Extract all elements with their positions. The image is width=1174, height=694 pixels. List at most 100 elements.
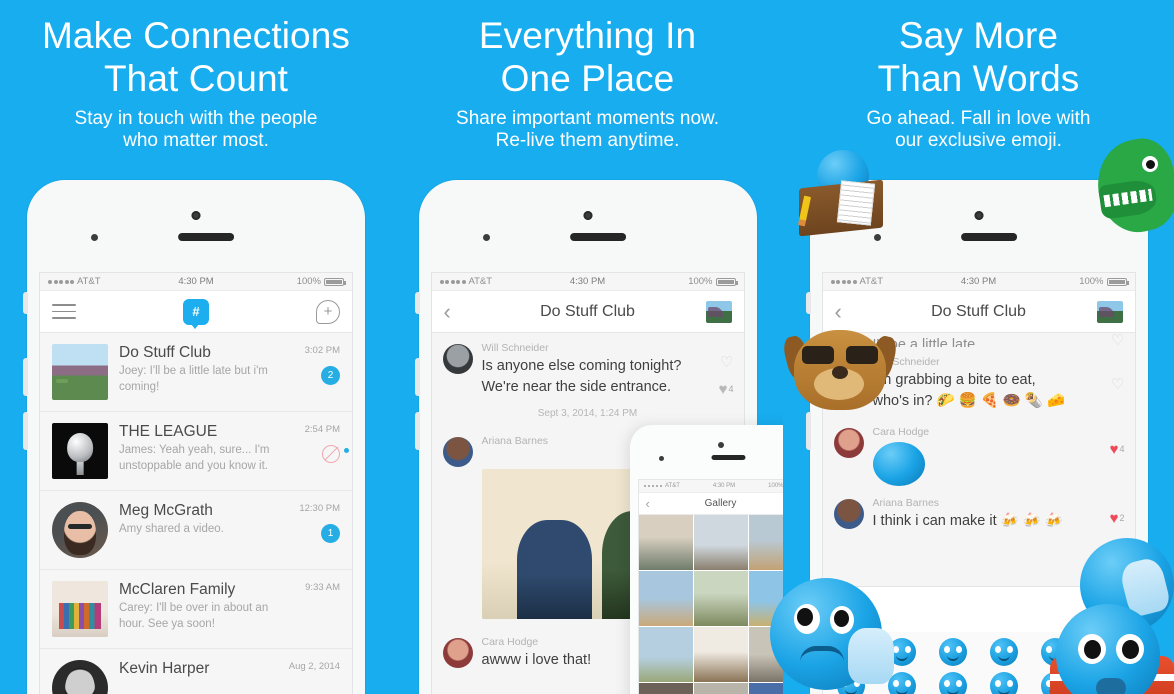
heart-filled-icon[interactable]: ♥4 (719, 381, 734, 398)
gallery-photo[interactable] (638, 515, 693, 570)
carrier-label: AT&T (77, 276, 101, 287)
gallery-photo[interactable] (693, 627, 748, 682)
conversation-row-the-league[interactable]: THE LEAGUE James: Yeah yeah, sure... I'm… (40, 412, 352, 491)
emoji-cool-dog-icon (781, 318, 899, 426)
gallery-navbar: ‹ Gallery (638, 493, 783, 515)
emoji-nerd-icon[interactable] (990, 672, 1018, 694)
front-camera-icon (583, 211, 592, 220)
conversation-list[interactable]: Do Stuff Club Joey: I'll be a little lat… (40, 333, 352, 694)
message-author: Will Schneider (481, 342, 549, 354)
silent-switch[interactable] (414, 292, 420, 314)
heart-outline-icon[interactable]: ♡ (720, 353, 733, 371)
status-time: 4:30 PM (178, 276, 214, 287)
gallery-photo[interactable] (638, 571, 693, 626)
heart-filled-icon[interactable]: ♥4 (1110, 441, 1125, 458)
proximity-sensor-icon (482, 234, 490, 241)
signal-strength-icon (830, 279, 857, 284)
group-photo-icon[interactable] (1096, 300, 1123, 323)
conversation-meta: 9:33 AM (305, 582, 340, 593)
chevron-left-icon[interactable]: ‹ (646, 497, 650, 510)
volume-up-button[interactable] (414, 358, 420, 396)
message-body: I'll be a little late... (873, 335, 1124, 347)
heart-outline-icon[interactable]: ♡ (1111, 375, 1124, 393)
headline-line-1: Everything In (478, 15, 697, 56)
chevron-left-icon[interactable]: ‹ (444, 300, 466, 323)
gallery-photo[interactable] (693, 515, 748, 570)
conversation-name: Kevin Harper (119, 660, 210, 677)
message-cara-hodge: Cara Hodge ♥4 (823, 417, 1135, 488)
emoji-worried-pair-icon (1050, 538, 1174, 694)
gallery-photo[interactable] (748, 515, 783, 570)
unread-dot (344, 448, 349, 453)
status-bar-left: AT&T (439, 276, 539, 287)
conversation-meta: 2:54 PM (305, 424, 340, 463)
group-photo-icon[interactable] (705, 300, 732, 323)
silent-switch[interactable] (805, 292, 811, 314)
gallery-photo[interactable] (693, 571, 748, 626)
status-bar: AT&T 4:30 PM 100% (431, 273, 744, 291)
message-timestamp: Sept 3, 2014, 1:24 PM (537, 408, 638, 420)
conversation-row-mcclaren-family[interactable]: McClaren Family Carey: I'll be over in a… (40, 570, 352, 649)
headline-line-2: One Place (500, 58, 675, 100)
volume-down-button[interactable] (414, 412, 420, 450)
conversation-preview: Joey: I'll be a little late but i'm comi… (119, 365, 268, 393)
conversation-meta: Aug 2, 2014 (289, 661, 340, 672)
conversation-time: 2:54 PM (304, 424, 340, 435)
message-text-line-1: Is anyone else coming tonight? (481, 358, 682, 374)
reaction-count: 2 (1119, 513, 1125, 524)
earpiece-speaker (710, 455, 745, 460)
emoji-tongue-out-icon[interactable] (939, 672, 967, 694)
avatar (52, 581, 108, 637)
earpiece-speaker (569, 233, 626, 241)
panel-2-headline: Everything In One Place (392, 14, 783, 101)
panel-everything-one-place: Everything In One Place Share important … (392, 0, 783, 694)
message-body: Will Schneider Is anyone else coming ton… (482, 342, 733, 397)
silent-switch[interactable] (23, 292, 28, 314)
conversation-row-kevin-harper[interactable]: Kevin Harper Aug 2, 2014 (40, 649, 352, 694)
conversation-row-meg-mcgrath[interactable]: Meg McGrath Amy shared a video. 12:30 PM… (40, 491, 352, 570)
message-text-line-2: We're near the side entrance. (481, 378, 672, 395)
panel-1-subhead: Stay in touch with the people who matter… (0, 108, 392, 152)
message-author: Cara Hodge (872, 426, 930, 439)
battery-percent: 100% (296, 276, 322, 287)
chat-title: Do Stuff Club (931, 302, 1026, 320)
message-will-schneider: Will Schneider Is anyone else coming ton… (432, 333, 744, 403)
phone-2-navbar: ‹ Do Stuff Club (431, 291, 744, 333)
carrier-label: AT&T (468, 276, 493, 287)
compose-icon[interactable]: + (316, 299, 340, 324)
front-camera-icon (717, 442, 724, 448)
message-text-line-1: I'm grabbing a bite to eat, (872, 372, 1036, 388)
emoji-wink-icon[interactable] (990, 638, 1018, 666)
status-time: 4:30 PM (712, 483, 736, 489)
message-author: Ariana Barnes (872, 497, 940, 510)
phone-1-screen: AT&T 4:30 PM 100% # + Do Stuff Club Joey… (39, 272, 353, 694)
conversation-preview: Amy shared a video. (119, 523, 224, 536)
earpiece-speaker (960, 233, 1017, 241)
conversation-name: Meg McGrath (119, 502, 213, 519)
hamburger-icon[interactable] (52, 304, 76, 319)
status-bar-right: 100% (1028, 276, 1129, 287)
conversation-row-do-stuff-club[interactable]: Do Stuff Club Joey: I'll be a little lat… (40, 333, 352, 412)
unread-badge: 1 (321, 524, 340, 543)
signal-strength-icon (439, 279, 466, 284)
heart-filled-icon[interactable]: ♥2 (1110, 510, 1125, 527)
gallery-photo[interactable] (638, 683, 693, 694)
gallery-photo[interactable] (638, 627, 693, 682)
status-bar-right: 100% (245, 276, 347, 287)
avatar (52, 344, 108, 400)
chat-title: Do Stuff Club (540, 302, 635, 320)
message-text-line-1: I'll be a little late... (872, 337, 988, 347)
subhead-line-1: Go ahead. Fall in love with (866, 108, 1091, 129)
avatar (833, 428, 864, 459)
status-bar-left: AT&T (830, 276, 930, 287)
volume-up-button[interactable] (23, 358, 28, 396)
status-bar: AT&T 4:30 PM 100% (822, 273, 1135, 291)
volume-down-button[interactable] (23, 412, 28, 450)
earpiece-speaker (178, 233, 235, 241)
avatar (442, 437, 473, 468)
gallery-photo[interactable] (693, 683, 748, 694)
conversation-meta: 3:02 PM 2 (305, 345, 340, 385)
message-body: Will Schneider I'm grabbing a bite to ea… (873, 356, 1124, 411)
emoji-happy-icon[interactable] (939, 638, 967, 666)
gallery-grid[interactable] (638, 515, 783, 694)
